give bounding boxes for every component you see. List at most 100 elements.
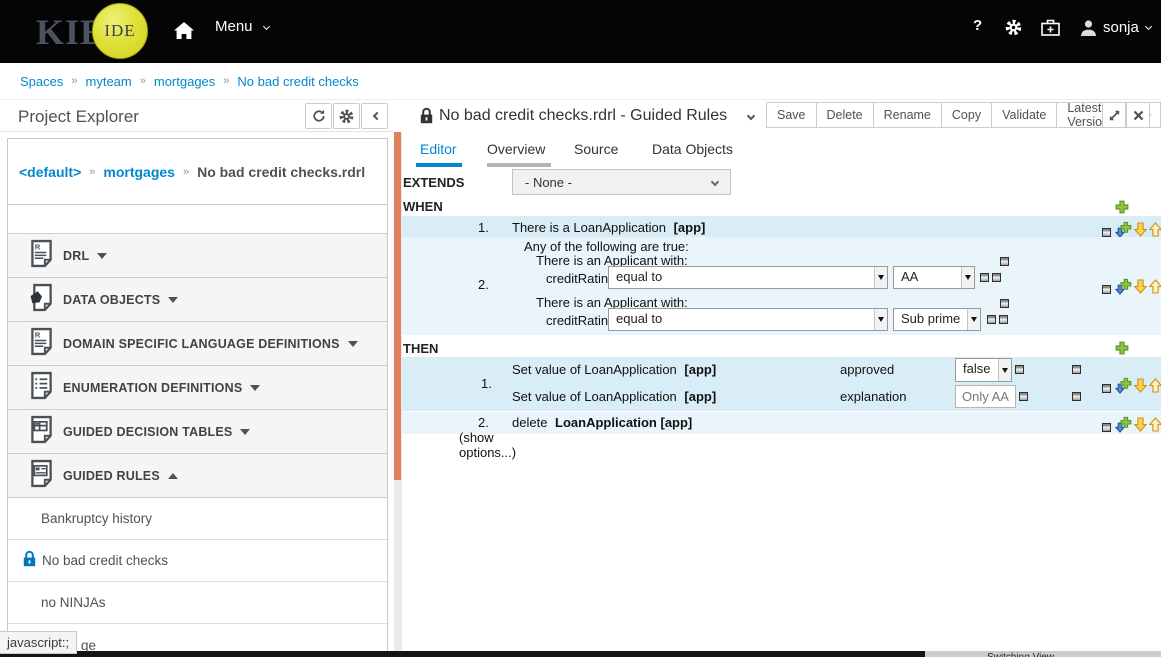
plus-icon [1115, 200, 1129, 214]
row-number: 1. [478, 220, 489, 235]
user-menu[interactable]: sonja [1081, 19, 1151, 36]
tab-overview[interactable]: Overview [487, 141, 545, 157]
field-label[interactable]: creditRating [546, 313, 615, 328]
rename-button[interactable]: Rename [873, 102, 942, 128]
chevron-down-icon [1145, 23, 1152, 30]
home-icon[interactable] [174, 22, 194, 44]
any-of-label: Any of the following are true: [524, 239, 689, 254]
breadcrumb-myteam[interactable]: myteam [86, 74, 132, 89]
rule-item-bankruptcy-history[interactable]: Bankruptcy history [8, 498, 387, 540]
title-chevron-down-icon[interactable] [747, 112, 755, 120]
user-name: sonja [1103, 19, 1139, 36]
move-down-button[interactable] [1134, 279, 1147, 299]
move-up-button[interactable] [1149, 378, 1161, 398]
remove-action-button[interactable] [1072, 392, 1081, 401]
tab-data-objects[interactable]: Data Objects [652, 141, 733, 157]
plus-down-icon [1115, 221, 1132, 238]
bottom-bar [0, 651, 925, 657]
extends-selected-value: - None - [513, 175, 712, 190]
clipped-footer-text: Switching View [987, 652, 1054, 657]
arrow-down-icon [1134, 279, 1147, 294]
help-icon[interactable]: ? [973, 17, 982, 34]
pattern-text[interactable]: There is a LoanApplication [app] [512, 220, 705, 235]
explorer-settings-button[interactable] [333, 103, 360, 129]
remove-pattern-button[interactable] [1000, 299, 1009, 308]
chevron-left-icon [372, 112, 380, 120]
caret-up-icon [168, 473, 178, 479]
action-text[interactable]: delete LoanApplication [app] [512, 415, 692, 430]
explorer-spacer [8, 205, 387, 234]
remove-field-button[interactable] [1019, 392, 1028, 401]
edit-field-button[interactable] [980, 273, 989, 282]
breadcrumb-mortgages[interactable]: mortgages [154, 74, 215, 89]
rule-item-no-bad-credit-checks[interactable]: No bad credit checks [8, 540, 387, 582]
path-mortgages-link[interactable]: mortgages [103, 164, 175, 180]
move-up-button[interactable] [1149, 417, 1161, 437]
breadcrumb-spaces[interactable]: Spaces [20, 74, 63, 89]
guided-rules-file-icon [30, 459, 53, 493]
path-default-link[interactable]: <default> [19, 164, 81, 180]
remove-action-button[interactable] [1072, 365, 1081, 374]
expand-editor-button[interactable] [1102, 102, 1126, 128]
section-dsl-definitions[interactable]: R DOMAIN SPECIFIC LANGUAGE DEFINITIONS [8, 322, 387, 366]
refresh-button[interactable] [305, 103, 332, 129]
menu-dropdown[interactable]: Menu [215, 18, 269, 35]
action-text[interactable]: Set value of LoanApplication [app] [512, 389, 716, 404]
drl-file-icon: R [30, 239, 53, 273]
tab-source[interactable]: Source [574, 141, 618, 157]
remove-pattern-button[interactable] [1000, 257, 1009, 266]
extends-select[interactable]: - None - [512, 169, 731, 195]
approved-value-select[interactable]: false [955, 358, 1012, 382]
rule-item-no-ninjas[interactable]: no NINJAs [8, 582, 387, 624]
add-row-below-button[interactable] [1115, 416, 1132, 438]
rule-label: Bankruptcy history [41, 511, 152, 526]
save-button[interactable]: Save [766, 102, 817, 128]
value-select[interactable]: Sub prime [893, 308, 981, 331]
explanation-value-input[interactable] [955, 385, 1016, 408]
section-guided-rules[interactable]: GUIDED RULES [8, 454, 387, 498]
collapse-panel-button[interactable] [361, 103, 388, 129]
field-label[interactable]: creditRating [546, 271, 615, 286]
caret-down-icon [348, 341, 358, 347]
refresh-icon [312, 109, 326, 123]
move-up-button[interactable] [1149, 279, 1161, 299]
lock-icon [420, 107, 433, 129]
collapse-row-button[interactable] [1102, 384, 1111, 393]
pattern-label: There is a LoanApplication [512, 220, 666, 235]
add-row-below-button[interactable] [1115, 377, 1132, 399]
action-text[interactable]: Set value of LoanApplication [app] [512, 362, 716, 377]
section-data-objects[interactable]: DATA OBJECTS [8, 278, 387, 322]
value-select[interactable]: AA [893, 266, 975, 289]
copy-button[interactable]: Copy [941, 102, 992, 128]
remove-field-button[interactable] [999, 315, 1008, 324]
move-down-button[interactable] [1134, 378, 1147, 398]
move-down-button[interactable] [1134, 417, 1147, 437]
delete-button[interactable]: Delete [816, 102, 874, 128]
action-label: Set value of LoanApplication [512, 362, 677, 377]
show-options-link[interactable]: (show options...) [459, 430, 523, 460]
operator-select[interactable]: equal to [608, 308, 888, 331]
caret-down-icon [97, 253, 107, 259]
rule-label: no NINJAs [41, 595, 106, 610]
remove-field-button[interactable] [992, 273, 1001, 282]
collapse-row-button[interactable] [1102, 228, 1111, 237]
operator-select[interactable]: equal to [608, 266, 888, 289]
tab-editor[interactable]: Editor [420, 141, 457, 157]
rule-label: No bad credit checks [42, 553, 168, 568]
validate-button[interactable]: Validate [991, 102, 1057, 128]
toolbox-icon[interactable] [1041, 19, 1060, 41]
collapse-row-button[interactable] [1102, 423, 1111, 432]
edit-field-button[interactable] [987, 315, 996, 324]
collapse-row-button[interactable] [1102, 285, 1111, 294]
gear-icon[interactable] [1005, 19, 1022, 41]
breadcrumb-current-asset[interactable]: No bad credit checks [237, 74, 358, 89]
remove-field-button[interactable] [1015, 365, 1024, 374]
section-enumeration-definitions[interactable]: ENUMERATION DEFINITIONS [8, 366, 387, 410]
explorer-path: <default> » mortgages » No bad credit ch… [8, 139, 387, 205]
ide-logo-circle[interactable]: IDE [92, 3, 148, 59]
section-guided-decision-tables[interactable]: GUIDED DECISION TABLES [8, 410, 387, 454]
section-drl[interactable]: R DRL [8, 234, 387, 278]
close-editor-button[interactable] [1126, 102, 1150, 128]
splitter-drag-handle[interactable] [394, 132, 401, 480]
add-row-below-button[interactable] [1115, 278, 1132, 300]
